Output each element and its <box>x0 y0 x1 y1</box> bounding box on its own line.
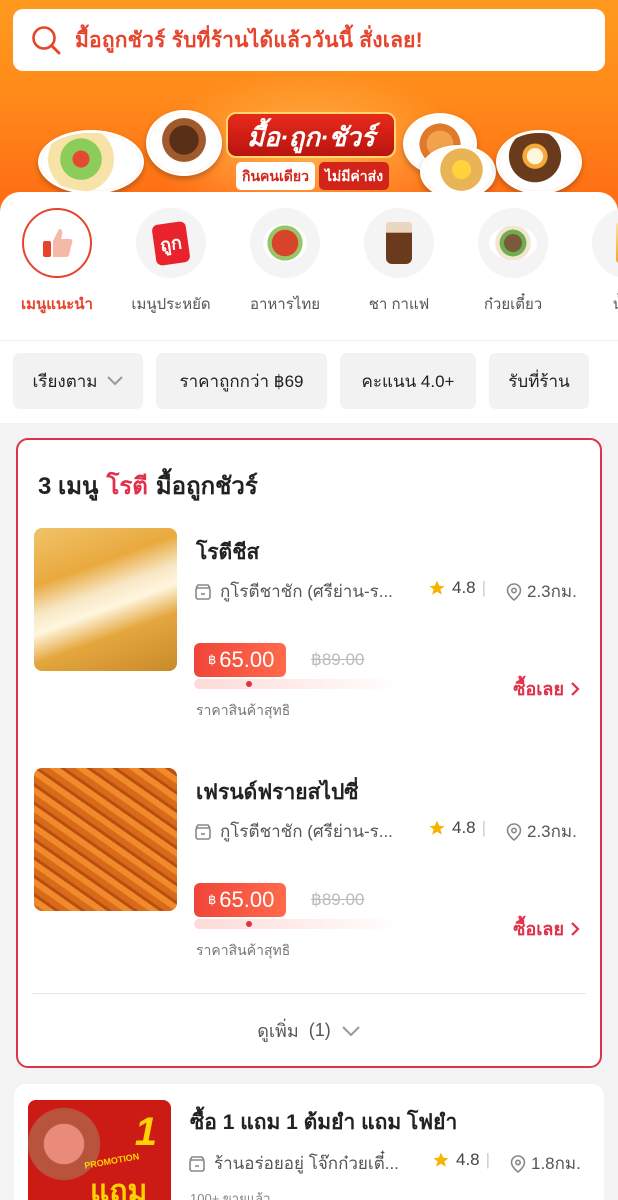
brand-logo: มื้อ·ถูก·ชัวร์ กินคนเดียว ไม่มีค่าส่ง <box>226 112 396 192</box>
promo-section: 3 เมนู โรตี มื้อถูกชัวร์ โรตีชีส กูโรตีชาช… <box>16 438 602 1068</box>
shop-name[interactable]: ร้านอร่อยอยู่ โจ๊กก๋วยเตี๋... <box>188 1150 399 1177</box>
pork-rice-image <box>146 110 222 176</box>
price-bar <box>194 919 404 929</box>
category-recommended[interactable]: เมนูแนะนำ <box>2 208 112 316</box>
distance: 1.8กม. <box>510 1150 581 1177</box>
menu-item[interactable]: เฟรนด์ฟรายสไปซี่ กูโรตีชาชัก (ศรีย่าน-ร.… <box>18 768 600 968</box>
item-name: โรตีชีส <box>196 541 260 564</box>
category-noodles[interactable]: ก๋วยเตี๋ยว <box>458 208 568 316</box>
basil-pork-image <box>496 130 582 194</box>
chevron-right-icon <box>571 681 580 696</box>
see-more-button[interactable]: ดูเพิ่ม (1) <box>18 1016 600 1045</box>
chevron-right-icon <box>571 921 580 936</box>
price-tag: ฿ 65.00 <box>194 643 287 677</box>
rating: 4.8 | <box>428 578 486 598</box>
filter-pickup[interactable]: รับที่ร้าน <box>489 353 589 409</box>
filter-price[interactable]: ราคาถูกกว่า ฿69 <box>156 353 327 409</box>
shop-name[interactable]: กูโรตีชาชัก (ศรีย่าน-ร... <box>194 578 393 605</box>
buy-now-button[interactable]: ซื้อเลย <box>513 914 580 943</box>
category-label: เมนูประหยัด <box>131 296 211 313</box>
roti-cheese-image <box>34 528 177 671</box>
net-price-label: ราคาสินค้าสุทธิ <box>196 942 291 958</box>
thai-food-icon <box>250 208 320 278</box>
rating: 4.8 | <box>432 1150 490 1170</box>
net-price-label: ราคาสินค้าสุทธิ <box>196 702 291 718</box>
divider <box>32 993 586 994</box>
logo-title: มื้อ·ถูก·ชัวร์ <box>226 112 396 158</box>
category-tea-coffee[interactable]: ชา กาแฟ <box>344 208 454 316</box>
sort-dropdown[interactable]: เรียงตาม <box>13 353 143 409</box>
filter-bar: เรียงตาม ราคาถูกกว่า ฿69 คะแนน 4.0+ รับท… <box>0 340 618 423</box>
noodle-icon <box>478 208 548 278</box>
logo-tag-single: กินคนเดียว <box>236 162 315 190</box>
search-icon <box>32 26 61 55</box>
item-name: ซื้อ 1 แถม 1 ต้มยำ แถม โฟยำ <box>190 1111 458 1134</box>
thumbs-up-icon <box>22 208 92 278</box>
category-thai-food[interactable]: อาหารไทย <box>230 208 340 316</box>
category-label: เมนูแนะนำ <box>21 296 93 313</box>
rating: 4.8 | <box>428 818 486 838</box>
promo-banner[interactable]: มื้อถูกชัวร์ รับที่ร้านได้แล้ววันนี้ สั่… <box>0 0 618 215</box>
search-placeholder: มื้อถูกชัวร์ รับที่ร้านได้แล้ววันนี้ สั่… <box>75 28 423 52</box>
category-row: เมนูแนะนำ ถูก เมนูประหยัด อาหารไทย ชา กา… <box>0 192 618 340</box>
store-icon <box>189 1155 205 1172</box>
search-bar[interactable]: มื้อถูกชัวร์ รับที่ร้านได้แล้ววันนี้ สั่… <box>13 9 605 71</box>
menu-item[interactable]: โรตีชีส กูโรตีชาชัก (ศรีย่าน-ร... 4.8 | 2… <box>18 528 600 728</box>
category-label: ชา กาแฟ <box>368 296 430 313</box>
category-label: น้ำห <box>572 292 618 316</box>
category-drinks[interactable]: น้ำห <box>572 208 618 316</box>
store-icon <box>195 823 211 840</box>
promo-title: 3 เมนู โรตี มื้อถูกชัวร์ <box>38 473 258 500</box>
star-icon <box>429 820 445 835</box>
sold-count: 100+ ขายแล้ว <box>190 1191 271 1200</box>
tom-yum-promo-image: 1 PROMOTION แถม <box>28 1100 171 1200</box>
logo-tag-free-delivery: ไม่มีค่าส่ง <box>318 162 390 190</box>
location-pin-icon <box>510 1154 526 1173</box>
distance: 2.3กม. <box>506 578 577 605</box>
cheap-badge-icon: ถูก <box>136 208 206 278</box>
buy-now-button[interactable]: ซื้อเลย <box>513 674 580 703</box>
spicy-fries-image <box>34 768 177 911</box>
filter-rating[interactable]: คะแนน 4.0+ <box>340 353 476 409</box>
star-icon <box>433 1152 449 1167</box>
location-pin-icon <box>506 822 522 841</box>
store-icon <box>195 583 211 600</box>
item-name: เฟรนด์ฟรายสไปซี่ <box>196 781 359 804</box>
original-price: ฿89.00 <box>311 650 365 669</box>
menu-card[interactable]: 1 PROMOTION แถม ซื้อ 1 แถม 1 ต้มยำ แถม โ… <box>14 1084 604 1200</box>
star-icon <box>429 580 445 595</box>
chevron-down-icon <box>106 376 123 386</box>
papaya-salad-image <box>38 130 144 194</box>
fried-rice-image <box>420 145 496 199</box>
category-label: อาหารไทย <box>249 296 321 313</box>
category-label: ก๋วยเตี๋ยว <box>483 296 543 313</box>
shop-name[interactable]: กูโรตีชาชัก (ศรีย่าน-ร... <box>194 818 393 845</box>
price-bar <box>194 679 404 689</box>
category-budget[interactable]: ถูก เมนูประหยัด <box>116 208 226 316</box>
distance: 2.3กม. <box>506 818 577 845</box>
location-pin-icon <box>506 582 522 601</box>
original-price: ฿89.00 <box>311 890 365 909</box>
drink-icon <box>592 208 618 278</box>
price-tag: ฿ 65.00 <box>194 883 287 917</box>
iced-coffee-icon <box>364 208 434 278</box>
chevron-down-icon <box>342 1025 360 1036</box>
